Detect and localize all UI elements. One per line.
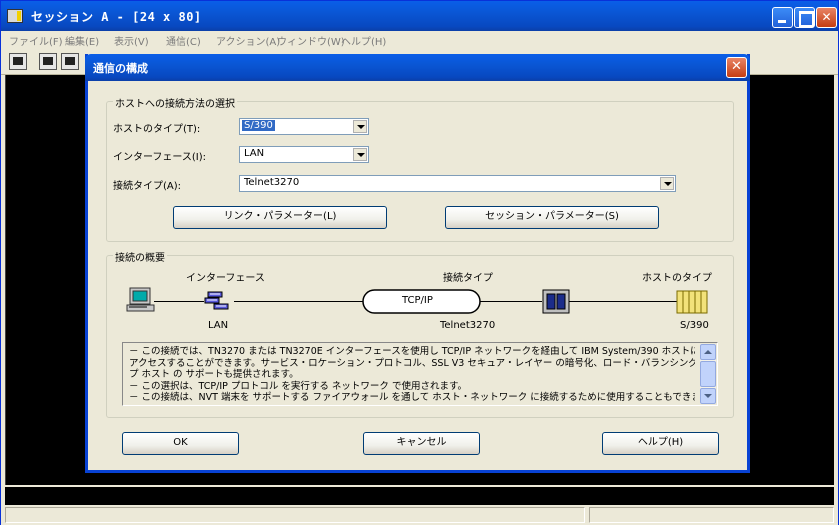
diagram-line [234, 301, 364, 302]
scroll-thumb[interactable] [700, 361, 716, 387]
chevron-down-icon[interactable] [353, 148, 367, 161]
protocol-label: TCP/IP [402, 295, 433, 306]
attachment-type-value: Telnet3270 [244, 177, 300, 188]
dialog-title: 通信の構成 [93, 62, 148, 75]
menu-window[interactable]: ウィンドウ(W) [277, 33, 345, 48]
dialog-close-button[interactable]: ✕ [726, 57, 747, 78]
copy-icon[interactable] [39, 53, 57, 70]
attachment-heading: 接続タイプ [443, 273, 493, 284]
lan-icon [204, 291, 229, 310]
menu-communication[interactable]: 通信(C) [166, 33, 201, 48]
minimize-button[interactable] [772, 7, 793, 28]
description-line: － この選択は、TCP/IP プロトコル を実行する ネットワーク で使用されま… [129, 380, 467, 392]
help-button[interactable]: ヘルプ(H) [602, 432, 719, 455]
description-line: － この接続では、TN3270 または TN3270E インターフェースを使用し… [129, 346, 695, 357]
cancel-button[interactable]: キャンセル [363, 432, 480, 455]
host-type-value: S/390 [242, 120, 275, 131]
maximize-button[interactable] [794, 7, 815, 28]
chevron-down-icon[interactable] [353, 120, 367, 133]
status-cell-main [5, 507, 585, 523]
connection-description-textbox[interactable]: － この接続では、TN3270 または TN3270E インターフェースを使用し… [122, 342, 718, 406]
attachment-type-label: 接続タイプ(A): [113, 181, 182, 192]
host-caption: S/390 [680, 320, 709, 331]
paste-icon[interactable] [61, 53, 79, 70]
window-title: セッション A - [24 x 80] [31, 10, 202, 24]
menu-actions[interactable]: アクション(A) [216, 33, 280, 48]
scroll-up-icon[interactable] [700, 344, 716, 360]
diagram-line [568, 301, 678, 302]
pcomm-app-icon[interactable] [7, 9, 23, 23]
attachment-type-select[interactable]: Telnet3270 [239, 175, 676, 192]
host-type-select[interactable]: S/390 [239, 118, 369, 135]
diagram-line [154, 301, 204, 302]
description-scrollbar[interactable] [700, 344, 716, 404]
menu-help[interactable]: ヘルプ(H) [341, 33, 386, 48]
operator-information-area [5, 487, 834, 505]
session-parameters-button[interactable]: セッション・パラメーター(S) [445, 206, 659, 229]
chevron-down-icon[interactable] [660, 177, 674, 190]
host-type-heading: ホストのタイプ [642, 273, 712, 284]
connection-method-group: ホストへの接続方法の選択 ホストのタイプ(T): S/390 インターフェース(… [106, 95, 734, 242]
print-screen-icon[interactable] [9, 53, 27, 70]
menu-edit[interactable]: 編集(E) [65, 33, 99, 48]
connection-description-text: － この接続では、TN3270 または TN3270E インターフェースを使用し… [129, 346, 695, 404]
link-parameters-button[interactable]: リンク・パラメーター(L) [173, 206, 387, 229]
description-line: アクセスすることができます。サービス・ロケーション・プロトコル、SSL V3 セ… [129, 357, 695, 369]
workstation-icon [126, 287, 155, 312]
interface-label: インターフェース(I): [113, 152, 207, 163]
interface-value: LAN [244, 148, 265, 159]
menu-file[interactable]: ファイル(F) [9, 33, 63, 48]
close-window-button[interactable]: ✕ [816, 7, 837, 28]
diagram-line [480, 301, 542, 302]
connection-method-legend: ホストへの接続方法の選択 [113, 95, 237, 110]
ok-button[interactable]: OK [122, 432, 239, 455]
attachment-caption: Telnet3270 [440, 320, 496, 331]
connection-summary-legend: 接続の概要 [113, 249, 167, 264]
status-bar [1, 505, 838, 525]
menu-view[interactable]: 表示(V) [114, 33, 149, 48]
gateway-server-icon [542, 289, 570, 314]
main-titlebar[interactable]: セッション A - [24 x 80] ✕ [1, 1, 838, 31]
description-line: プ ホスト の サポートも提供されます。 [129, 369, 299, 381]
scroll-down-icon[interactable] [700, 388, 716, 404]
interface-caption: LAN [208, 320, 229, 331]
status-cell-right [589, 507, 834, 523]
menu-bar: ファイル(F) 編集(E) 表示(V) 通信(C) アクション(A) ウィンドウ… [1, 31, 838, 49]
interface-heading: インターフェース [186, 273, 265, 284]
host-s390-icon [676, 290, 708, 314]
communication-config-dialog: 通信の構成 ✕ ホストへの接続方法の選択 ホストのタイプ(T): S/390 イ… [85, 54, 750, 473]
description-line: － この接続は、NVT 端末を サポートする ファイアウォール を通して ホスト… [129, 392, 695, 404]
interface-select[interactable]: LAN [239, 146, 369, 163]
host-type-label: ホストのタイプ(T): [113, 124, 201, 135]
dialog-titlebar[interactable]: 通信の構成 ✕ [85, 54, 750, 81]
